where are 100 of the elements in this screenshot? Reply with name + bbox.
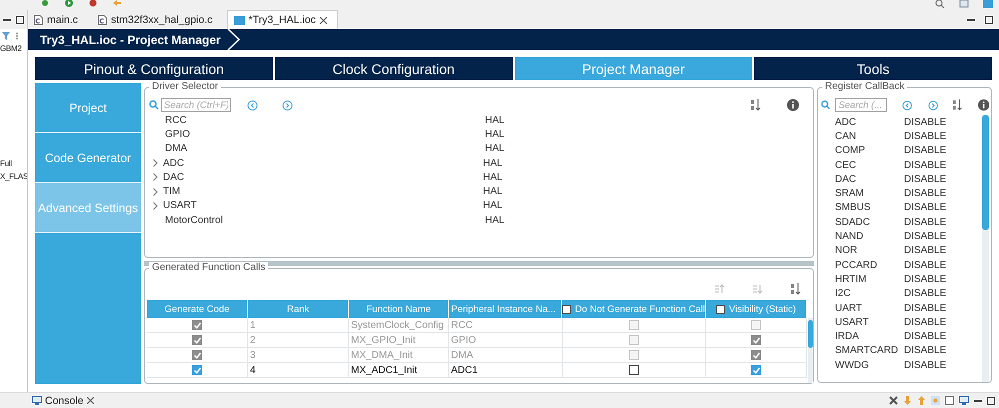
close-icon[interactable] — [320, 16, 327, 24]
peripheral-name[interactable]: ADC — [161, 158, 483, 169]
perspective-icon[interactable] — [959, 0, 969, 8]
peripheral-name[interactable]: GPIO — [161, 128, 485, 140]
callback-name[interactable]: SMBUS — [821, 202, 904, 214]
search-icon — [149, 100, 159, 110]
do-not-generate-checkbox[interactable] — [629, 365, 639, 375]
search-icon[interactable] — [935, 0, 945, 8]
driver-value[interactable]: HAL — [485, 143, 504, 154]
header-checkbox[interactable] — [562, 304, 572, 314]
callback-value[interactable]: DISABLE — [904, 216, 946, 228]
info-icon[interactable] — [978, 99, 989, 111]
callback-value[interactable]: DISABLE — [904, 316, 946, 328]
callback-value[interactable]: DISABLE — [904, 245, 946, 256]
c-file-icon — [98, 14, 107, 24]
callback-value[interactable]: DISABLE — [904, 231, 946, 242]
callback-name[interactable]: I2C — [821, 288, 904, 300]
sort-icon[interactable] — [791, 283, 801, 295]
callback-value[interactable]: DISABLE — [904, 288, 946, 300]
expand-caret-icon[interactable] — [153, 188, 158, 196]
driver-value[interactable]: HAL — [485, 114, 504, 126]
callback-name[interactable]: SDADC — [821, 216, 904, 228]
table-cell: 4 — [250, 364, 256, 376]
maximize-icon[interactable] — [985, 16, 993, 24]
callback-name[interactable]: NOR — [821, 245, 904, 256]
driver-value[interactable]: HAL — [483, 172, 502, 183]
driver-value[interactable]: HAL — [485, 214, 504, 226]
main-tab[interactable]: Clock Configuration — [274, 57, 512, 80]
callback-value[interactable]: DISABLE — [904, 331, 946, 342]
callback-value[interactable]: DISABLE — [904, 145, 946, 156]
callback-value[interactable]: DISABLE — [904, 116, 946, 128]
callback-value[interactable]: DISABLE — [904, 274, 946, 285]
search-field[interactable]: Search (... — [835, 98, 888, 112]
callback-name[interactable]: COMP — [821, 145, 904, 156]
main-tab[interactable]: Pinout & Configuration — [35, 57, 273, 80]
callback-name[interactable]: SRAM — [821, 188, 904, 200]
callback-value[interactable]: DISABLE — [904, 345, 946, 356]
callback-value[interactable]: DISABLE — [904, 160, 946, 171]
callback-name[interactable]: WWDG — [821, 360, 904, 371]
filter-icon[interactable] — [2, 32, 10, 40]
callback-name[interactable]: UART — [821, 302, 904, 314]
monitor-icon[interactable] — [959, 396, 969, 405]
console-tab[interactable]: Console — [28, 393, 98, 408]
callback-name[interactable]: USART — [821, 316, 904, 328]
callback-name[interactable]: CAN — [821, 130, 904, 142]
sort-icon[interactable] — [751, 99, 761, 111]
callback-name[interactable]: CEC — [821, 160, 904, 171]
close-icon[interactable] — [86, 397, 94, 404]
document-icon[interactable] — [945, 396, 954, 405]
callback-name[interactable]: SMARTCARD — [821, 345, 904, 356]
peripheral-name[interactable]: RCC — [161, 114, 485, 126]
play-icon[interactable] — [64, 0, 74, 8]
callback-value[interactable]: DISABLE — [904, 360, 946, 371]
peripheral-name[interactable]: TIM — [161, 186, 483, 198]
dots-icon[interactable] — [15, 32, 19, 40]
main-tab[interactable]: Tools — [754, 57, 992, 80]
callback-name[interactable]: IRDA — [821, 331, 904, 342]
driver-value[interactable]: HAL — [483, 200, 502, 212]
callback-value[interactable]: DISABLE — [904, 174, 946, 185]
driver-value[interactable]: HAL — [483, 158, 502, 169]
callback-value[interactable]: DISABLE — [904, 260, 946, 271]
expand-caret-icon[interactable] — [153, 159, 158, 168]
editor-tab[interactable]: stm32f3xx_hal_gpio.c — [92, 10, 222, 29]
editor-tab[interactable]: main.c — [28, 10, 88, 29]
scrollbar[interactable] — [982, 115, 989, 382]
peripheral-name[interactable]: USART — [161, 200, 483, 212]
peripheral-name[interactable]: MotorControl — [161, 214, 485, 226]
previous-icon[interactable] — [247, 100, 258, 110]
maximize-icon[interactable] — [987, 396, 995, 404]
search-icon — [821, 100, 830, 110]
callback-name[interactable]: DAC — [821, 174, 904, 185]
callback-value[interactable]: DISABLE — [904, 302, 946, 314]
callback-value[interactable]: DISABLE — [904, 130, 946, 142]
callback-name[interactable]: PCCARD — [821, 260, 904, 271]
next-icon[interactable] — [282, 100, 293, 110]
breadcrumb[interactable]: Try3_HAL.ioc - Project Manager — [28, 32, 227, 46]
peripheral-name[interactable]: DAC — [161, 172, 483, 183]
callback-value[interactable]: DISABLE — [904, 202, 946, 214]
sort-icon[interactable] — [953, 99, 963, 111]
terminate-icon[interactable] — [889, 396, 898, 405]
previous-icon[interactable] — [902, 100, 913, 110]
expand-caret-icon[interactable] — [153, 173, 158, 182]
maximize-icon[interactable] — [16, 16, 24, 24]
scrollbar[interactable] — [808, 318, 813, 383]
next-icon[interactable] — [928, 100, 938, 110]
driver-value[interactable]: HAL — [485, 128, 504, 140]
callback-name[interactable]: HRTIM — [821, 274, 904, 285]
editor-tab[interactable]: *Try3_HAL.ioc — [226, 10, 338, 30]
visibility-checkbox[interactable] — [751, 365, 761, 375]
expand-caret-icon[interactable] — [153, 202, 158, 210]
info-icon[interactable] — [787, 99, 799, 111]
callback-value[interactable]: DISABLE — [904, 188, 946, 200]
table-cell: GPIO — [451, 334, 476, 346]
header-checkbox[interactable] — [716, 304, 726, 314]
generate-checkbox[interactable] — [192, 365, 202, 375]
driver-value[interactable]: HAL — [483, 186, 502, 198]
callback-name[interactable]: ADC — [821, 116, 904, 128]
table-cell: MX_DMA_Init — [351, 350, 413, 360]
callback-name[interactable]: NAND — [821, 231, 904, 242]
peripheral-name[interactable]: DMA — [161, 143, 485, 154]
